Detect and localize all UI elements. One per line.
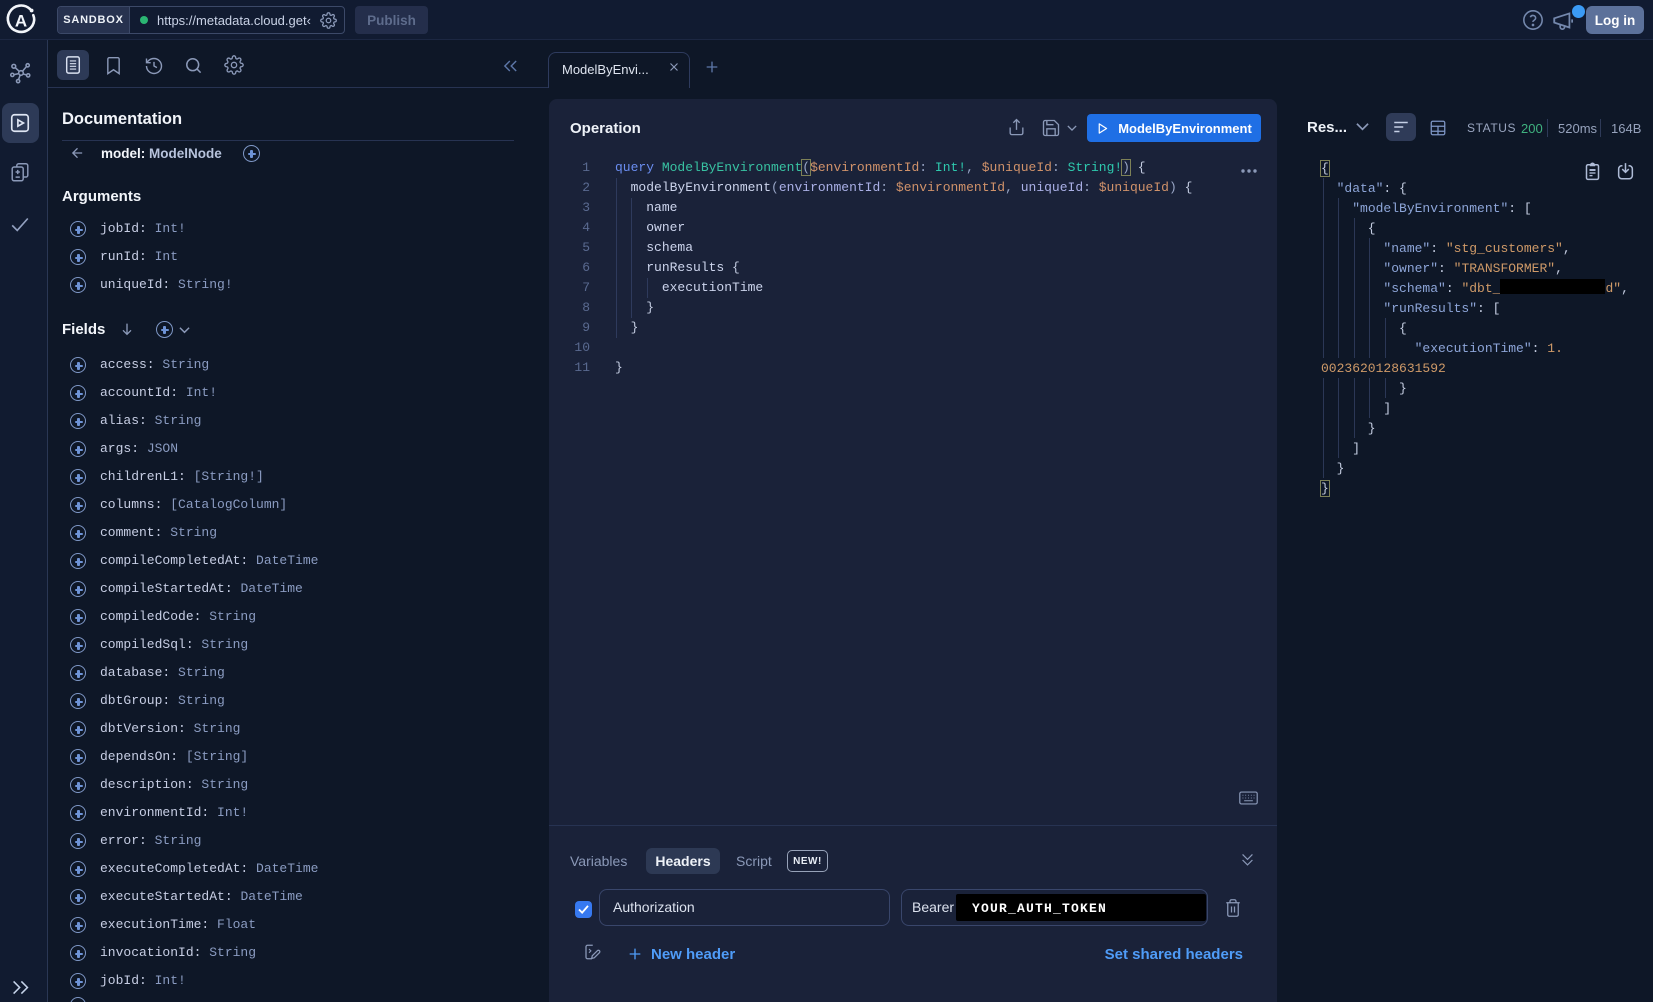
svg-text:A: A [15, 12, 27, 31]
